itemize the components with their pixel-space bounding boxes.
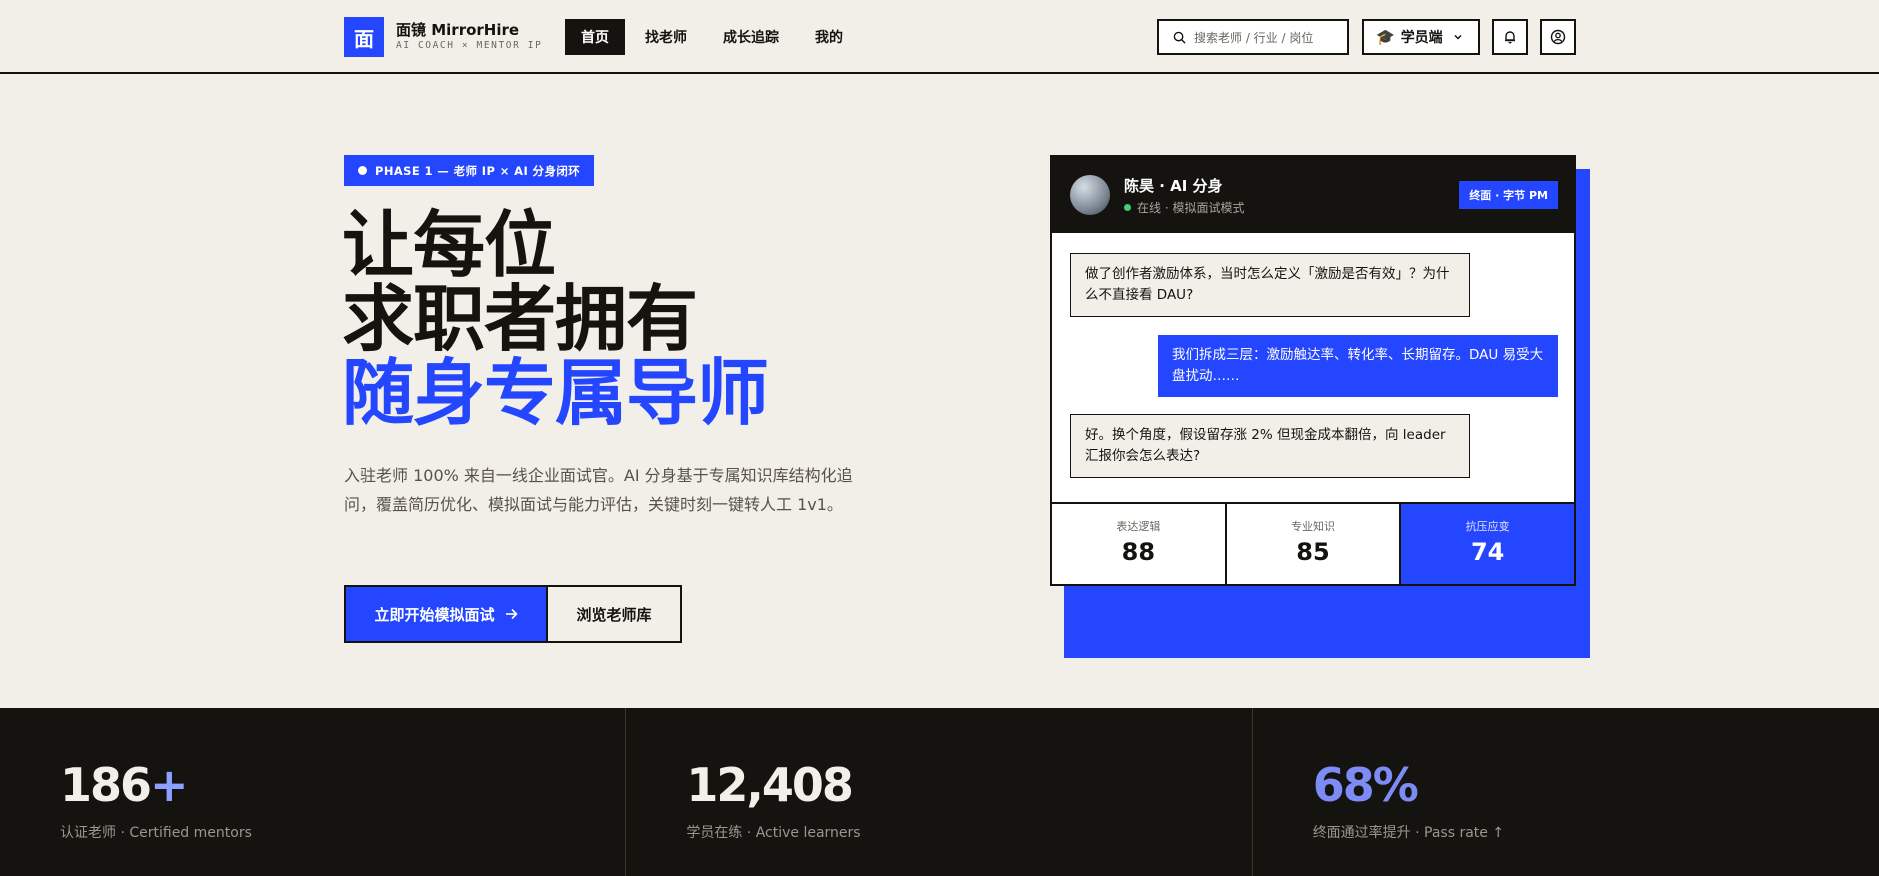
score-label: 表达逻辑 [1116, 520, 1161, 533]
browse-mentors-button[interactable]: 浏览老师库 [548, 585, 682, 643]
stat-number-suffix: + [150, 758, 189, 812]
notification-button[interactable] [1492, 19, 1528, 55]
logo[interactable]: 面 [344, 17, 384, 57]
brand-name: 面镜 MirrorHire [396, 21, 520, 39]
dot-icon [358, 166, 367, 175]
score-expression-logic: 表达逻辑 88 [1052, 504, 1227, 584]
online-dot-icon [1124, 204, 1131, 211]
mentor-name: 陈昊 · AI 分身 [1124, 177, 1223, 195]
stat-active-learners: 12,408 学员在练 · Active learners [626, 708, 1253, 876]
stat-caption: 认证老师 · Certified mentors [60, 825, 252, 841]
nav-growth-tracking[interactable]: 成长追踪 [707, 19, 795, 55]
mentor-status: 在线 · 模拟面试模式 [1124, 199, 1244, 216]
user-icon [1550, 29, 1566, 45]
search-placeholder: 搜索老师 / 行业 / 岗位 [1194, 30, 1314, 45]
stat-number-value: 186 [60, 758, 152, 812]
search-input[interactable]: 搜索老师 / 行业 / 岗位 [1157, 19, 1349, 55]
chevron-down-icon [1454, 34, 1462, 40]
start-mock-interview-button[interactable]: 立即开始模拟面试 [344, 585, 548, 643]
message-question: 做了创作者激励体系，当时怎么定义「激励是否有效」？为什么不直接看 DAU? [1070, 253, 1470, 317]
bell-icon [1505, 31, 1515, 44]
search-icon [1173, 31, 1186, 44]
stat-caption: 学员在练 · Active learners [686, 825, 861, 841]
score-panel: 表达逻辑 88 专业知识 85 抗压应变 74 [1052, 504, 1575, 584]
message-question: 好。换个角度，假设留存涨 2% 但现金成本翻倍，向 leader 汇报你会怎么表… [1070, 414, 1470, 478]
stat-number: 12,408 [686, 758, 854, 812]
chat-card-header: 陈昊 · AI 分身 在线 · 模拟面试模式 终面 · 字节 PM [1052, 157, 1574, 233]
nav-find-mentor[interactable]: 找老师 [629, 19, 703, 55]
role-label: 学员端 [1400, 30, 1443, 46]
score-label: 抗压应变 [1465, 520, 1510, 533]
score-value: 85 [1296, 538, 1330, 566]
hero-title-line-3: 随身专属导师 [342, 351, 769, 435]
start-mock-interview-label: 立即开始模拟面试 [374, 605, 495, 624]
phase-badge: PHASE 1 — 老师 IP × AI 分身闭环 [344, 155, 595, 186]
score-stress-response: 抗压应变 74 [1401, 504, 1575, 584]
ai-chat-card: 陈昊 · AI 分身 在线 · 模拟面试模式 终面 · 字节 PM 做了创作者激… [1050, 155, 1576, 586]
stat-caption: 终面通过率提升 · Pass rate ↑ [1312, 825, 1505, 841]
brand-subtitle: AI COACH × MENTOR IP [396, 40, 543, 51]
top-nav-bar: 面 面镜 MirrorHire AI COACH × MENTOR IP 首页 … [0, 0, 1879, 74]
stat-certified-mentors: 186+ 认证老师 · Certified mentors [0, 708, 627, 876]
score-value: 88 [1121, 538, 1156, 566]
mentor-status-text: 在线 · 模拟面试模式 [1137, 201, 1245, 215]
role-switcher[interactable]: 🎓 学员端 [1362, 19, 1480, 55]
hero-description: 入驻老师 100% 来自一线企业面试官。AI 分身基于专属知识库结构化追问，覆盖… [344, 466, 853, 514]
avatar [1070, 175, 1110, 215]
hero-title-line-1: 让每位 [342, 203, 556, 287]
nav-mine[interactable]: 我的 [799, 19, 859, 55]
hero-title: 让每位 求职者拥有 随身专属导师 [342, 203, 769, 435]
score-value: 74 [1470, 538, 1505, 566]
stats-band: 186+ 认证老师 · Certified mentors 12,408 学员在… [0, 708, 1879, 876]
interview-tag: 终面 · 字节 PM [1459, 181, 1558, 209]
stat-number: 68% [1312, 758, 1419, 812]
hero-title-line-2: 求职者拥有 [342, 277, 698, 361]
message-answer: 我们拆成三层：激励触达率、转化率、长期留存。DAU 易受大盘扰动…… [1158, 335, 1558, 397]
chat-messages: 做了创作者激励体系，当时怎么定义「激励是否有效」？为什么不直接看 DAU? 我们… [1052, 233, 1574, 504]
main-nav: 首页 找老师 成长追踪 我的 [565, 19, 863, 55]
profile-button[interactable] [1540, 19, 1576, 55]
graduation-cap-icon: 🎓 [1376, 28, 1395, 46]
score-label: 专业知识 [1291, 520, 1335, 533]
arrow-right-icon [505, 608, 518, 620]
nav-home[interactable]: 首页 [565, 19, 625, 55]
stat-pass-rate: 68% 终面通过率提升 · Pass rate ↑ [1253, 708, 1879, 876]
score-professional-knowledge: 专业知识 85 [1227, 504, 1402, 584]
badge-label: PHASE 1 — 老师 IP × AI 分身闭环 [375, 163, 581, 178]
stat-number: 186+ [60, 758, 189, 812]
